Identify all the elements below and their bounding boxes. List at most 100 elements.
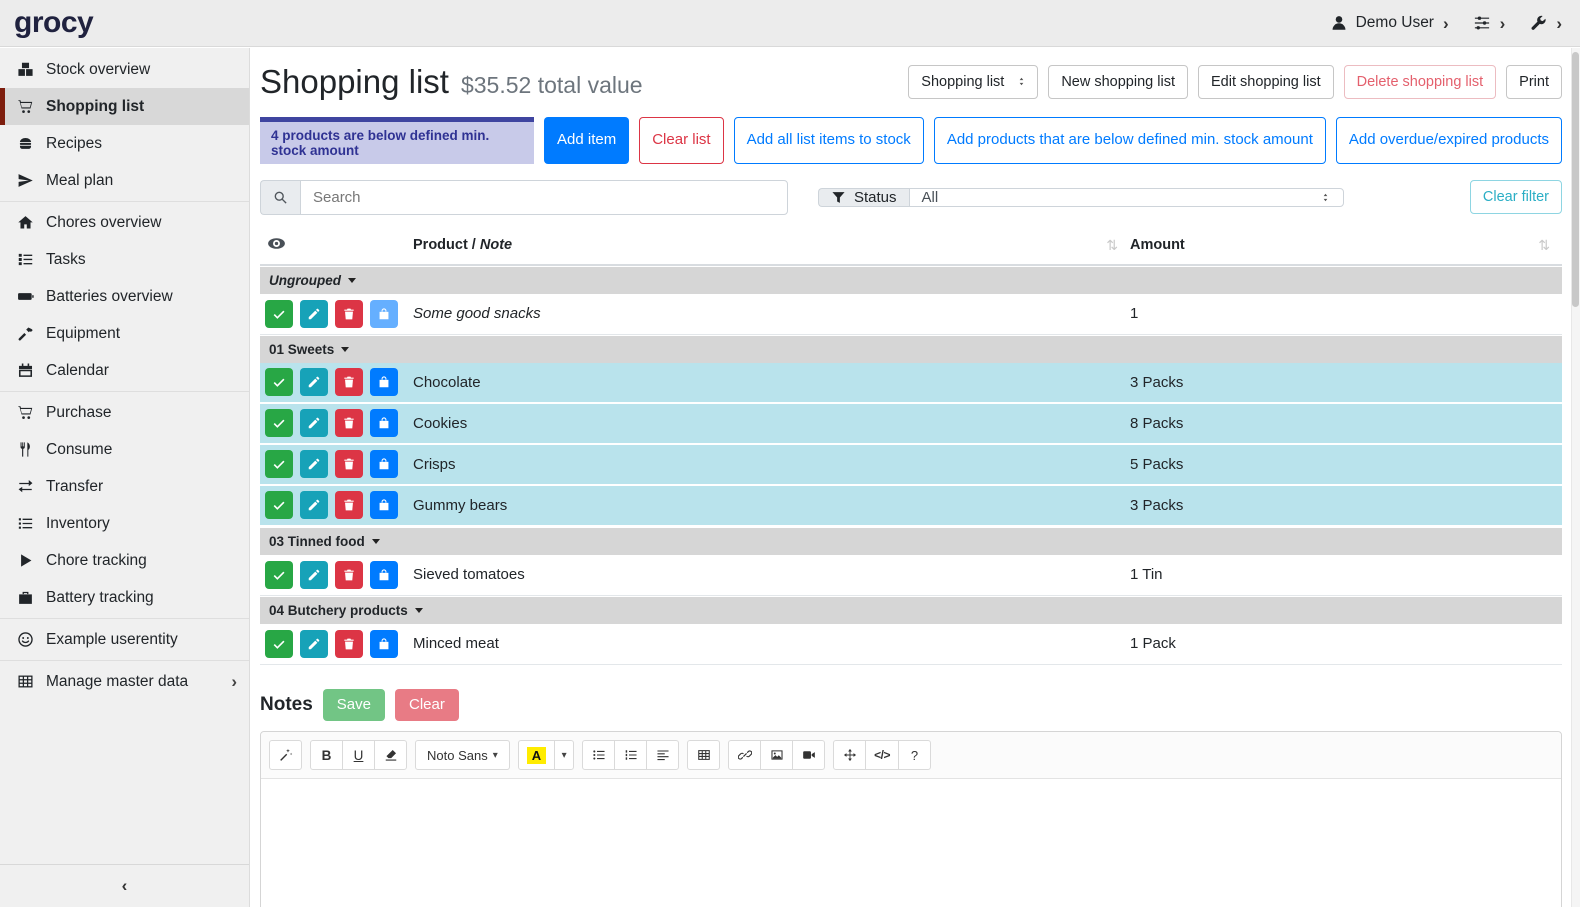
print-button[interactable]: Print: [1506, 65, 1562, 99]
help-button[interactable]: ?: [898, 740, 931, 770]
link-button[interactable]: [728, 740, 761, 770]
eraser-button[interactable]: [374, 740, 407, 770]
group-header-04-butchery-products[interactable]: 04 Butchery products: [260, 597, 1562, 624]
codeview-button[interactable]: </>: [865, 740, 899, 770]
sidebar-item-inventory[interactable]: Inventory: [0, 505, 249, 542]
scrollbar-thumb[interactable]: [1572, 52, 1579, 307]
below-min-stock-alert[interactable]: 4 products are below defined min. stock …: [260, 117, 534, 164]
shopping-list-select[interactable]: Shopping list: [908, 65, 1038, 99]
add-to-stock-button[interactable]: [370, 409, 398, 437]
add-to-stock-button[interactable]: [370, 450, 398, 478]
delete-item-button[interactable]: [335, 561, 363, 589]
edit-item-button[interactable]: [300, 630, 328, 658]
product-name: Crisps: [413, 456, 1130, 473]
highlight-color-caret-button[interactable]: ▾: [554, 740, 574, 770]
mark-done-button[interactable]: [265, 368, 293, 396]
sidebar-item-battery-tracking[interactable]: Battery tracking: [0, 579, 249, 616]
sidebar-collapse-button[interactable]: ‹: [0, 864, 249, 907]
settings-menu[interactable]: ›: [1473, 14, 1506, 32]
group-label: 03 Tinned food: [269, 534, 365, 549]
mark-done-button[interactable]: [265, 491, 293, 519]
sidebar-item-recipes[interactable]: Recipes: [0, 125, 249, 162]
list-ul-button[interactable]: [582, 740, 615, 770]
add-to-stock-button[interactable]: [370, 630, 398, 658]
edit-item-button[interactable]: [300, 409, 328, 437]
list-ol-button[interactable]: [614, 740, 647, 770]
align-left-button[interactable]: [646, 740, 679, 770]
sidebar-item-equipment[interactable]: Equipment: [0, 315, 249, 352]
editor-toolbar: BU Noto Sans▾ A▾ </>?: [261, 732, 1561, 779]
edit-item-button[interactable]: [300, 561, 328, 589]
eye-icon[interactable]: [267, 234, 286, 253]
mark-done-button[interactable]: [265, 300, 293, 328]
delete-item-button[interactable]: [335, 630, 363, 658]
app-logo[interactable]: grocy: [14, 8, 93, 38]
clear-notes-button[interactable]: Clear: [395, 689, 459, 722]
mark-done-button[interactable]: [265, 561, 293, 589]
add-to-stock-button[interactable]: [370, 300, 398, 328]
sidebar-item-manage-master-data[interactable]: Manage master data›: [0, 663, 249, 700]
group-header-ungrouped[interactable]: Ungrouped: [260, 267, 1562, 294]
admin-menu[interactable]: ›: [1529, 14, 1562, 32]
magic-button[interactable]: [269, 740, 302, 770]
sidebar-item-purchase[interactable]: Purchase: [0, 394, 249, 431]
delete-item-button[interactable]: [335, 300, 363, 328]
sidebar-item-stock-overview[interactable]: Stock overview: [0, 51, 249, 88]
sidebar-item-consume[interactable]: Consume: [0, 431, 249, 468]
add-to-stock-button[interactable]: [370, 561, 398, 589]
save-notes-button[interactable]: Save: [323, 689, 385, 722]
sidebar-item-calendar[interactable]: Calendar: [0, 352, 249, 389]
group-header-01-sweets[interactable]: 01 Sweets: [260, 336, 1562, 363]
note-column-label: Note: [480, 237, 512, 253]
scrollbar[interactable]: [1571, 48, 1580, 907]
product-column-header[interactable]: Product / Note ⇅: [413, 237, 1130, 254]
trash-icon: [342, 568, 356, 582]
sidebar-item-meal-plan[interactable]: Meal plan: [0, 162, 249, 199]
edit-shopping-list-button[interactable]: Edit shopping list: [1198, 65, 1334, 99]
delete-item-button[interactable]: [335, 450, 363, 478]
add-item-button[interactable]: Add item: [544, 117, 629, 164]
sidebar-item-batteries-overview[interactable]: Batteries overview: [0, 278, 249, 315]
delete-item-button[interactable]: [335, 491, 363, 519]
clear-list-button[interactable]: Clear list: [639, 117, 723, 164]
sidebar-item-chores-overview[interactable]: Chores overview: [0, 204, 249, 241]
row-actions: [260, 450, 413, 478]
add-to-stock-button[interactable]: [370, 368, 398, 396]
image-button[interactable]: [760, 740, 793, 770]
underline-button[interactable]: U: [342, 740, 375, 770]
status-select[interactable]: All: [909, 188, 1344, 207]
new-shopping-list-button[interactable]: New shopping list: [1048, 65, 1188, 99]
edit-item-button[interactable]: [300, 491, 328, 519]
expand-button[interactable]: [833, 740, 866, 770]
user-menu[interactable]: Demo User ›: [1330, 14, 1449, 32]
table-button[interactable]: [687, 740, 720, 770]
edit-item-button[interactable]: [300, 368, 328, 396]
sidebar-item-example-userentity[interactable]: Example userentity: [0, 621, 249, 658]
add-to-stock-button[interactable]: [370, 491, 398, 519]
edit-item-button[interactable]: [300, 450, 328, 478]
mark-done-button[interactable]: [265, 450, 293, 478]
group-header-03-tinned-food[interactable]: 03 Tinned food: [260, 528, 1562, 555]
sidebar-item-tasks[interactable]: Tasks: [0, 241, 249, 278]
mark-done-button[interactable]: [265, 630, 293, 658]
search-input[interactable]: [300, 180, 788, 215]
delete-item-button[interactable]: [335, 409, 363, 437]
delete-item-button[interactable]: [335, 368, 363, 396]
add-overdue-button[interactable]: Add overdue/expired products: [1336, 117, 1562, 164]
add-all-to-stock-button[interactable]: Add all list items to stock: [734, 117, 924, 164]
mark-done-button[interactable]: [265, 409, 293, 437]
editor-content[interactable]: [261, 779, 1561, 907]
sidebar-item-chore-tracking[interactable]: Chore tracking: [0, 542, 249, 579]
highlight-color-button[interactable]: A: [518, 740, 555, 770]
sidebar-item-transfer[interactable]: Transfer: [0, 468, 249, 505]
sidebar-item-shopping-list[interactable]: Shopping list: [0, 88, 249, 125]
clear-filter-button[interactable]: Clear filter: [1470, 180, 1562, 214]
font-select-button[interactable]: Noto Sans▾: [415, 740, 510, 770]
edit-item-button[interactable]: [300, 300, 328, 328]
amount-column-header[interactable]: Amount ⇅: [1130, 237, 1562, 254]
add-below-min-stock-button[interactable]: Add products that are below defined min.…: [934, 117, 1326, 164]
video-button[interactable]: [792, 740, 825, 770]
delete-shopping-list-button[interactable]: Delete shopping list: [1344, 65, 1497, 99]
bold-button[interactable]: B: [310, 740, 343, 770]
check-icon: [272, 416, 286, 430]
